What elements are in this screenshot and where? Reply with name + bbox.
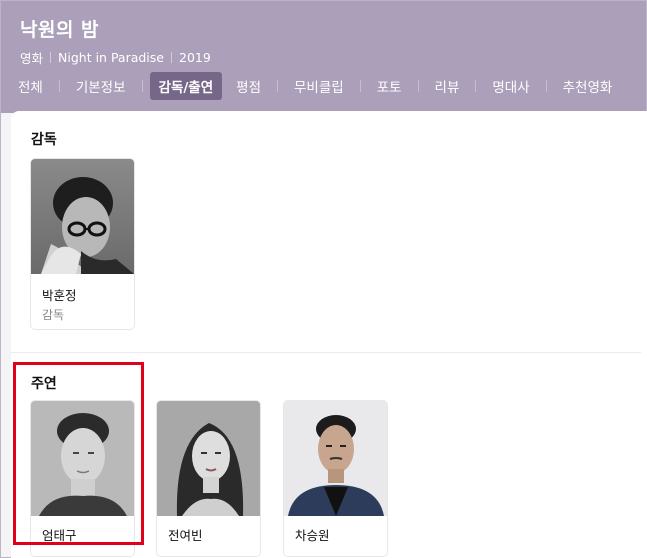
- cast-1-name: 엄태구: [42, 528, 77, 543]
- director-photo: [31, 159, 134, 274]
- tab-divider: [277, 80, 278, 92]
- tab-movie-clip[interactable]: 무비클립: [285, 72, 353, 100]
- director-section-title: 감독: [31, 132, 57, 148]
- cast-2-photo: [157, 401, 260, 516]
- cast-3-name: 차승원: [295, 528, 330, 543]
- director-role: 감독: [42, 308, 65, 322]
- movie-category: 영화: [20, 51, 44, 66]
- section-divider: [11, 352, 641, 353]
- tab-director-cast[interactable]: 감독/출연: [149, 72, 223, 100]
- meta-divider: [50, 52, 52, 63]
- person-card-cast-2[interactable]: 전여빈: [156, 400, 261, 557]
- tab-divider: [359, 80, 361, 92]
- tab-quotes[interactable]: 명대사: [483, 72, 538, 100]
- cast-section-title: 주연: [31, 376, 57, 392]
- meta-divider: [171, 52, 172, 63]
- person-card-cast-1[interactable]: 엄태구: [30, 400, 135, 557]
- movie-year: 2019: [179, 50, 211, 65]
- movie-header: 낙원의 밤 영화 Night in Paradise 2019 전체 기본정보 …: [1, 1, 646, 113]
- tab-photo[interactable]: 포토: [368, 72, 411, 100]
- tab-divider: [417, 80, 419, 92]
- director-name: 박훈정: [42, 288, 77, 303]
- movie-meta: 영화 Night in Paradise 2019: [20, 48, 211, 67]
- tab-recommended[interactable]: 추천영화: [554, 72, 622, 100]
- person-card-cast-3[interactable]: 차승원: [283, 400, 388, 557]
- movie-english-title: Night in Paradise: [58, 50, 164, 65]
- tab-review[interactable]: 리뷰: [426, 72, 469, 100]
- person-card-director[interactable]: 박훈정 감독: [30, 158, 135, 330]
- tab-divider: [545, 80, 547, 92]
- tab-rating[interactable]: 평점: [227, 72, 270, 100]
- tab-divider: [58, 80, 60, 92]
- cast-content-panel: 감독 박훈정 감독 주연 엄태구 전여빈 차승원: [11, 111, 647, 558]
- tab-all[interactable]: 전체: [9, 72, 52, 100]
- cast-2-name: 전여빈: [168, 528, 203, 543]
- cast-3-photo: [284, 401, 387, 516]
- tab-bar: 전체 기본정보 감독/출연 평점 무비클립 포토 리뷰 명대사 추천영화: [9, 71, 621, 101]
- tab-divider: [475, 80, 477, 92]
- cast-1-photo: [31, 401, 134, 516]
- tab-divider: [141, 80, 143, 92]
- movie-title[interactable]: 낙원의 밤: [20, 15, 99, 42]
- tab-basic-info[interactable]: 기본정보: [67, 72, 135, 100]
